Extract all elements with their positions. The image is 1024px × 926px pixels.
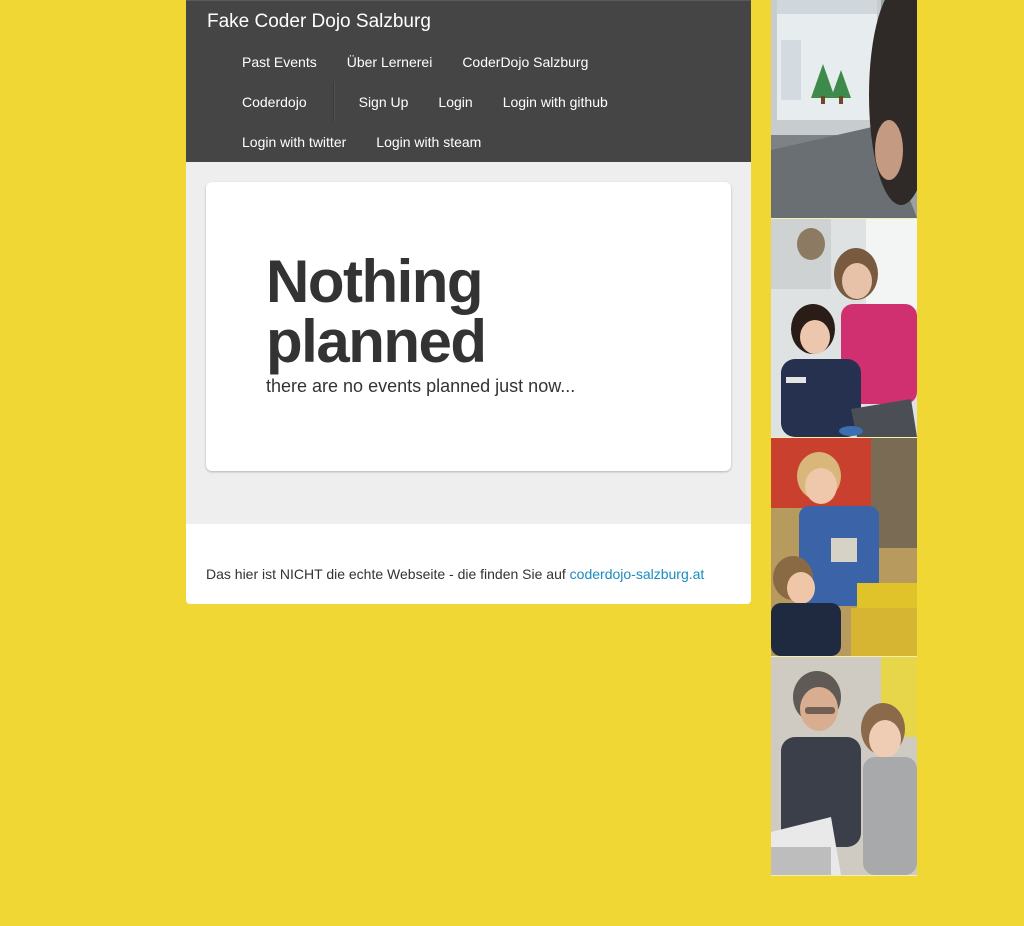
photo-strip xyxy=(771,0,917,876)
photo-laptop-image xyxy=(771,0,917,219)
nav-lernerei[interactable]: Über Lernerei xyxy=(347,42,463,82)
hero-title: Nothing planned xyxy=(266,248,487,375)
nav-coderdojo-salzburg[interactable]: CoderDojo Salzburg xyxy=(462,42,618,82)
main-column: Fake Coder Dojo Salzburg Past Events Übe… xyxy=(186,0,751,604)
footer-text: Das hier ist NICHT die echte Webseite - … xyxy=(206,566,704,582)
navbar: Fake Coder Dojo Salzburg Past Events Übe… xyxy=(186,0,751,162)
content-area: Nothing planned there are no events plan… xyxy=(186,162,751,524)
nav-row: Coderdojo Sign Up Login Login with githu… xyxy=(242,82,638,122)
photo-kids-laptop-image xyxy=(771,219,917,438)
photo-boys-table-image xyxy=(771,438,917,657)
footer-link[interactable]: coderdojo-salzburg.at xyxy=(570,566,705,582)
nav-login-github[interactable]: Login with github xyxy=(503,82,638,122)
nav-row: Past Events Über Lernerei CoderDojo Salz… xyxy=(242,42,618,82)
photo-mentor-image xyxy=(771,657,917,876)
nav-divider xyxy=(332,82,335,122)
hero-subtitle: there are no events planned just now... xyxy=(266,376,576,396)
nav-row: Login with twitter Login with steam xyxy=(242,122,511,162)
nav-login-twitter[interactable]: Login with twitter xyxy=(242,122,376,162)
nav-coderdojo[interactable]: Coderdojo xyxy=(242,82,337,122)
footer-notice: Das hier ist NICHT die echte Webseite - … xyxy=(206,566,570,582)
nav-past-events[interactable]: Past Events xyxy=(242,42,347,82)
hero-unit: Nothing planned there are no events plan… xyxy=(206,182,731,471)
brand-link[interactable]: Fake Coder Dojo Salzburg xyxy=(207,11,431,33)
nav-login-steam[interactable]: Login with steam xyxy=(376,122,511,162)
nav-login[interactable]: Login xyxy=(438,82,502,122)
footer: Das hier ist NICHT die echte Webseite - … xyxy=(186,524,751,604)
nav-sign-up[interactable]: Sign Up xyxy=(359,82,439,122)
